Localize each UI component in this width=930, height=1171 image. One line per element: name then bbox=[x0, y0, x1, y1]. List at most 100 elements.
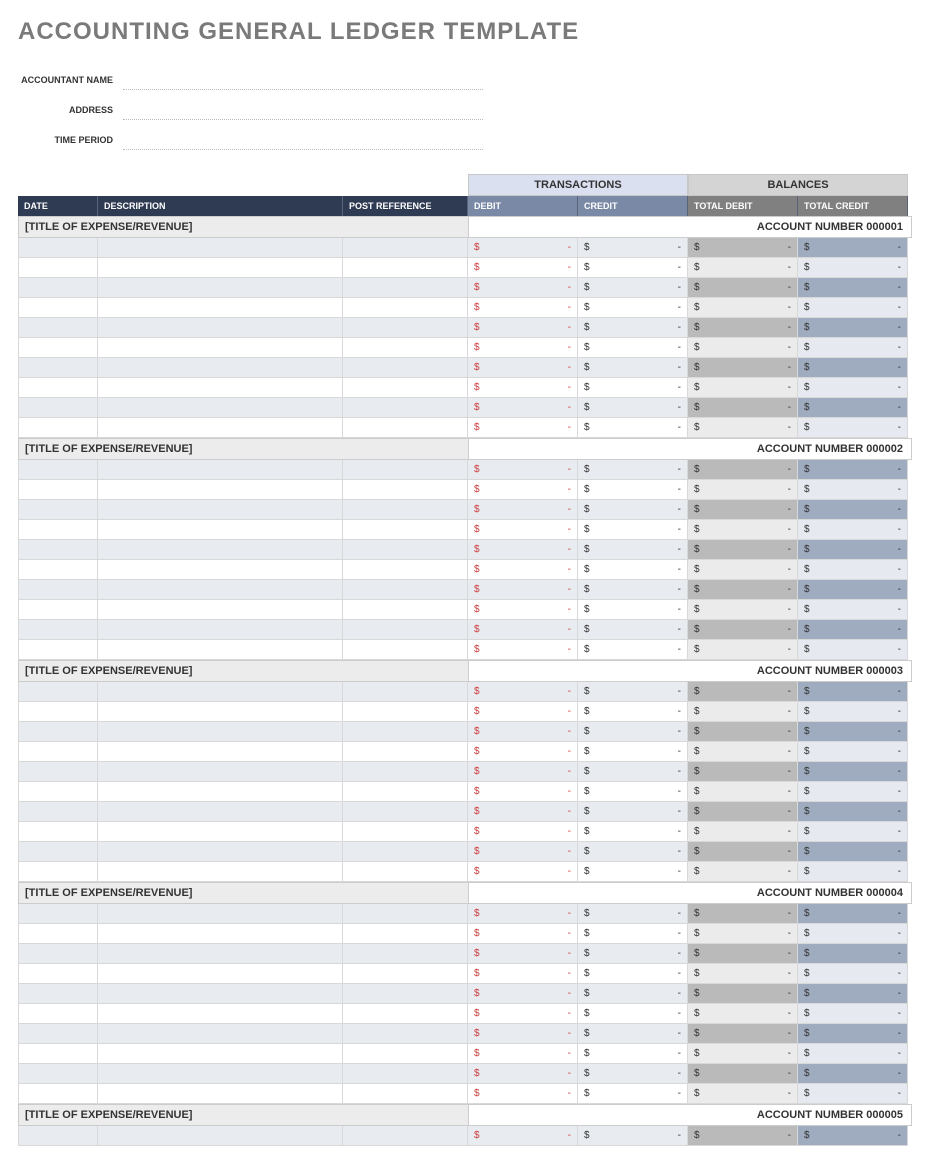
cell-debit[interactable]: $- bbox=[468, 418, 578, 438]
cell-description[interactable] bbox=[98, 944, 343, 964]
cell-credit[interactable]: $- bbox=[578, 964, 688, 984]
cell-date[interactable] bbox=[18, 500, 98, 520]
cell-credit[interactable]: $- bbox=[578, 418, 688, 438]
cell-debit[interactable]: $- bbox=[468, 480, 578, 500]
cell-debit[interactable]: $- bbox=[468, 600, 578, 620]
cell-date[interactable] bbox=[18, 480, 98, 500]
cell-description[interactable] bbox=[98, 862, 343, 882]
cell-debit[interactable]: $- bbox=[468, 520, 578, 540]
cell-post-reference[interactable] bbox=[343, 1126, 468, 1146]
cell-credit[interactable]: $- bbox=[578, 460, 688, 480]
cell-credit[interactable]: $- bbox=[578, 1126, 688, 1146]
cell-date[interactable] bbox=[18, 842, 98, 862]
cell-description[interactable] bbox=[98, 742, 343, 762]
cell-debit[interactable]: $- bbox=[468, 580, 578, 600]
cell-debit[interactable]: $- bbox=[468, 802, 578, 822]
cell-post-reference[interactable] bbox=[343, 722, 468, 742]
cell-post-reference[interactable] bbox=[343, 682, 468, 702]
cell-post-reference[interactable] bbox=[343, 944, 468, 964]
cell-debit[interactable]: $- bbox=[468, 944, 578, 964]
cell-date[interactable] bbox=[18, 318, 98, 338]
cell-credit[interactable]: $- bbox=[578, 822, 688, 842]
cell-date[interactable] bbox=[18, 378, 98, 398]
cell-credit[interactable]: $- bbox=[578, 944, 688, 964]
cell-description[interactable] bbox=[98, 722, 343, 742]
cell-post-reference[interactable] bbox=[343, 540, 468, 560]
cell-description[interactable] bbox=[98, 702, 343, 722]
cell-date[interactable] bbox=[18, 460, 98, 480]
cell-credit[interactable]: $- bbox=[578, 338, 688, 358]
cell-description[interactable] bbox=[98, 278, 343, 298]
cell-description[interactable] bbox=[98, 762, 343, 782]
cell-description[interactable] bbox=[98, 984, 343, 1004]
cell-debit[interactable]: $- bbox=[468, 460, 578, 480]
cell-date[interactable] bbox=[18, 1064, 98, 1084]
cell-credit[interactable]: $- bbox=[578, 682, 688, 702]
cell-post-reference[interactable] bbox=[343, 1024, 468, 1044]
cell-debit[interactable]: $- bbox=[468, 862, 578, 882]
cell-debit[interactable]: $- bbox=[468, 924, 578, 944]
cell-credit[interactable]: $- bbox=[578, 358, 688, 378]
cell-post-reference[interactable] bbox=[343, 460, 468, 480]
cell-post-reference[interactable] bbox=[343, 782, 468, 802]
cell-post-reference[interactable] bbox=[343, 1004, 468, 1024]
cell-debit[interactable]: $- bbox=[468, 842, 578, 862]
cell-credit[interactable]: $- bbox=[578, 842, 688, 862]
cell-post-reference[interactable] bbox=[343, 742, 468, 762]
cell-date[interactable] bbox=[18, 1126, 98, 1146]
cell-description[interactable] bbox=[98, 904, 343, 924]
time-period-field[interactable] bbox=[123, 130, 483, 150]
cell-date[interactable] bbox=[18, 1084, 98, 1104]
cell-credit[interactable]: $- bbox=[578, 540, 688, 560]
cell-date[interactable] bbox=[18, 238, 98, 258]
cell-debit[interactable]: $- bbox=[468, 258, 578, 278]
cell-description[interactable] bbox=[98, 600, 343, 620]
cell-debit[interactable]: $- bbox=[468, 1044, 578, 1064]
cell-description[interactable] bbox=[98, 298, 343, 318]
cell-date[interactable] bbox=[18, 782, 98, 802]
cell-post-reference[interactable] bbox=[343, 984, 468, 1004]
cell-date[interactable] bbox=[18, 418, 98, 438]
cell-credit[interactable]: $- bbox=[578, 904, 688, 924]
cell-debit[interactable]: $- bbox=[468, 338, 578, 358]
cell-credit[interactable]: $- bbox=[578, 1064, 688, 1084]
cell-debit[interactable]: $- bbox=[468, 398, 578, 418]
cell-date[interactable] bbox=[18, 924, 98, 944]
cell-credit[interactable]: $- bbox=[578, 480, 688, 500]
cell-date[interactable] bbox=[18, 1024, 98, 1044]
cell-credit[interactable]: $- bbox=[578, 238, 688, 258]
cell-post-reference[interactable] bbox=[343, 640, 468, 660]
cell-credit[interactable]: $- bbox=[578, 702, 688, 722]
cell-credit[interactable]: $- bbox=[578, 318, 688, 338]
cell-description[interactable] bbox=[98, 782, 343, 802]
cell-post-reference[interactable] bbox=[343, 822, 468, 842]
cell-credit[interactable]: $- bbox=[578, 298, 688, 318]
cell-description[interactable] bbox=[98, 620, 343, 640]
cell-post-reference[interactable] bbox=[343, 964, 468, 984]
cell-date[interactable] bbox=[18, 862, 98, 882]
cell-credit[interactable]: $- bbox=[578, 802, 688, 822]
cell-post-reference[interactable] bbox=[343, 298, 468, 318]
cell-credit[interactable]: $- bbox=[578, 722, 688, 742]
cell-debit[interactable]: $- bbox=[468, 358, 578, 378]
cell-description[interactable] bbox=[98, 682, 343, 702]
cell-date[interactable] bbox=[18, 358, 98, 378]
cell-debit[interactable]: $- bbox=[468, 762, 578, 782]
cell-debit[interactable]: $- bbox=[468, 540, 578, 560]
cell-debit[interactable]: $- bbox=[468, 702, 578, 722]
cell-credit[interactable]: $- bbox=[578, 782, 688, 802]
cell-debit[interactable]: $- bbox=[468, 560, 578, 580]
cell-credit[interactable]: $- bbox=[578, 1044, 688, 1064]
cell-credit[interactable]: $- bbox=[578, 378, 688, 398]
cell-date[interactable] bbox=[18, 762, 98, 782]
cell-post-reference[interactable] bbox=[343, 924, 468, 944]
cell-date[interactable] bbox=[18, 822, 98, 842]
cell-date[interactable] bbox=[18, 278, 98, 298]
cell-post-reference[interactable] bbox=[343, 1044, 468, 1064]
cell-description[interactable] bbox=[98, 378, 343, 398]
cell-debit[interactable]: $- bbox=[468, 964, 578, 984]
cell-date[interactable] bbox=[18, 540, 98, 560]
cell-credit[interactable]: $- bbox=[578, 862, 688, 882]
cell-debit[interactable]: $- bbox=[468, 378, 578, 398]
cell-date[interactable] bbox=[18, 580, 98, 600]
